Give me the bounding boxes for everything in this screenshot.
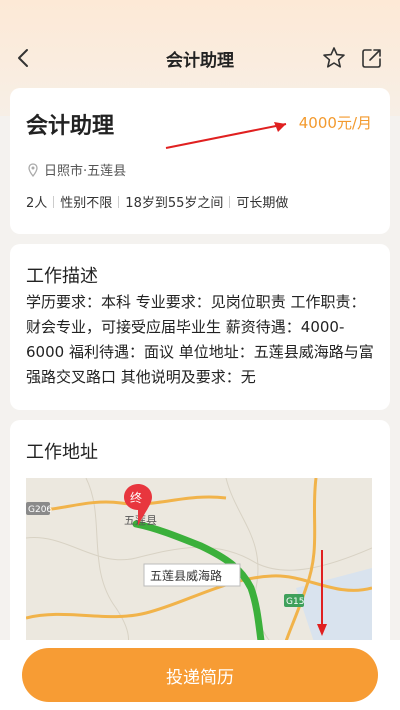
divider (53, 195, 55, 208)
divider (229, 195, 231, 208)
bottom-bar: 投递简历 (0, 640, 400, 710)
job-title: 会计助理 (26, 114, 115, 139)
share-icon[interactable] (358, 44, 386, 72)
tag-duration: 可长期做 (236, 196, 289, 211)
location: 日照市·五莲县 (26, 160, 126, 179)
tag-age: 18岁到55岁之间 (125, 196, 224, 211)
location-map[interactable]: G206 G15 五莲县 终 五莲县威海路 (26, 478, 372, 648)
job-address-card: 工作地址 G206 G15 五莲县 终 五莲县威海路 (10, 420, 390, 660)
section-title-address: 工作地址 (26, 442, 98, 463)
nav-bar: 会计助理 (0, 36, 400, 80)
divider (118, 195, 120, 208)
job-description-card: 工作描述 学历要求：本科 专业要求：见岗位职责 工作职责：财会专业，可接受应届毕… (10, 244, 390, 410)
star-icon[interactable] (320, 44, 348, 72)
location-text: 日照市·五莲县 (44, 164, 127, 179)
description-text: 学历要求：本科 专业要求：见岗位职责 工作职责：财会专业，可接受应届毕业生 薪资… (26, 293, 374, 386)
tag-headcount: 2人 (26, 196, 48, 211)
map-highway-g206: G206 (28, 505, 52, 515)
map-highway-g15: G15 (286, 597, 304, 607)
salary: 4000元/月 (298, 114, 372, 132)
job-summary-card: 会计助理 4000元/月 日照市·五莲县 2人 性别不限 18岁到55岁之间 可… (10, 88, 390, 234)
tag-gender: 性别不限 (60, 196, 113, 211)
job-tags: 2人 性别不限 18岁到55岁之间 可长期做 (26, 192, 288, 211)
apply-resume-button[interactable]: 投递简历 (22, 648, 378, 702)
annotation-arrow (165, 122, 287, 149)
location-pin-icon (26, 162, 40, 177)
section-title-description: 工作描述 (26, 266, 98, 287)
map-road-label: 五莲县威海路 (150, 568, 222, 583)
svg-text:终: 终 (130, 490, 142, 505)
